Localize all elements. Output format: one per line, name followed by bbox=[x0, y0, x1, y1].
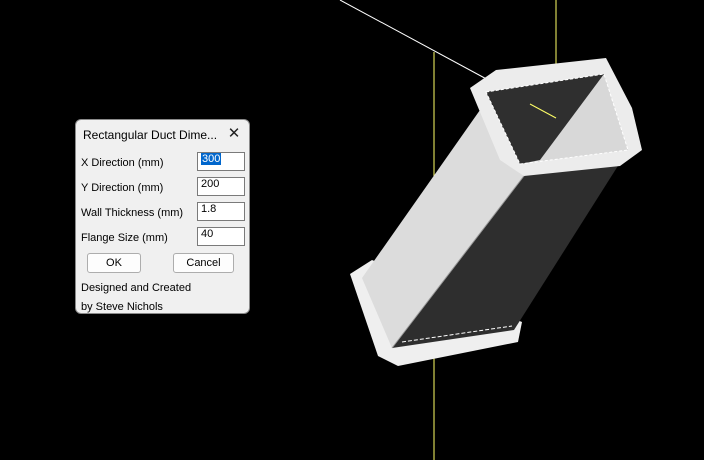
ok-button[interactable]: OK bbox=[87, 253, 141, 273]
axis-white-line bbox=[339, 0, 493, 83]
duct-model[interactable] bbox=[350, 58, 642, 366]
wall-thickness-input[interactable]: 1.8 bbox=[197, 202, 245, 221]
credit-line-2: by Steve Nichols bbox=[81, 301, 163, 313]
flange-size-input[interactable]: 40 bbox=[197, 227, 245, 246]
credit-line-1: Designed and Created bbox=[81, 282, 192, 294]
close-icon[interactable]: ✕ bbox=[225, 125, 243, 143]
x-direction-input[interactable]: 300 bbox=[197, 152, 245, 171]
duct-dimensions-dialog: Rectangular Duct Dime... ✕ X Direction (… bbox=[75, 119, 250, 314]
x-direction-label: X Direction (mm) bbox=[81, 157, 164, 169]
y-direction-label: Y Direction (mm) bbox=[81, 182, 164, 194]
flange-size-label: Flange Size (mm) bbox=[81, 232, 168, 244]
wall-thickness-label: Wall Thickness (mm) bbox=[81, 207, 184, 219]
dialog-title: Rectangular Duct Dime... bbox=[83, 128, 218, 142]
y-direction-input[interactable]: 200 bbox=[197, 177, 245, 196]
cancel-button[interactable]: Cancel bbox=[173, 253, 234, 273]
